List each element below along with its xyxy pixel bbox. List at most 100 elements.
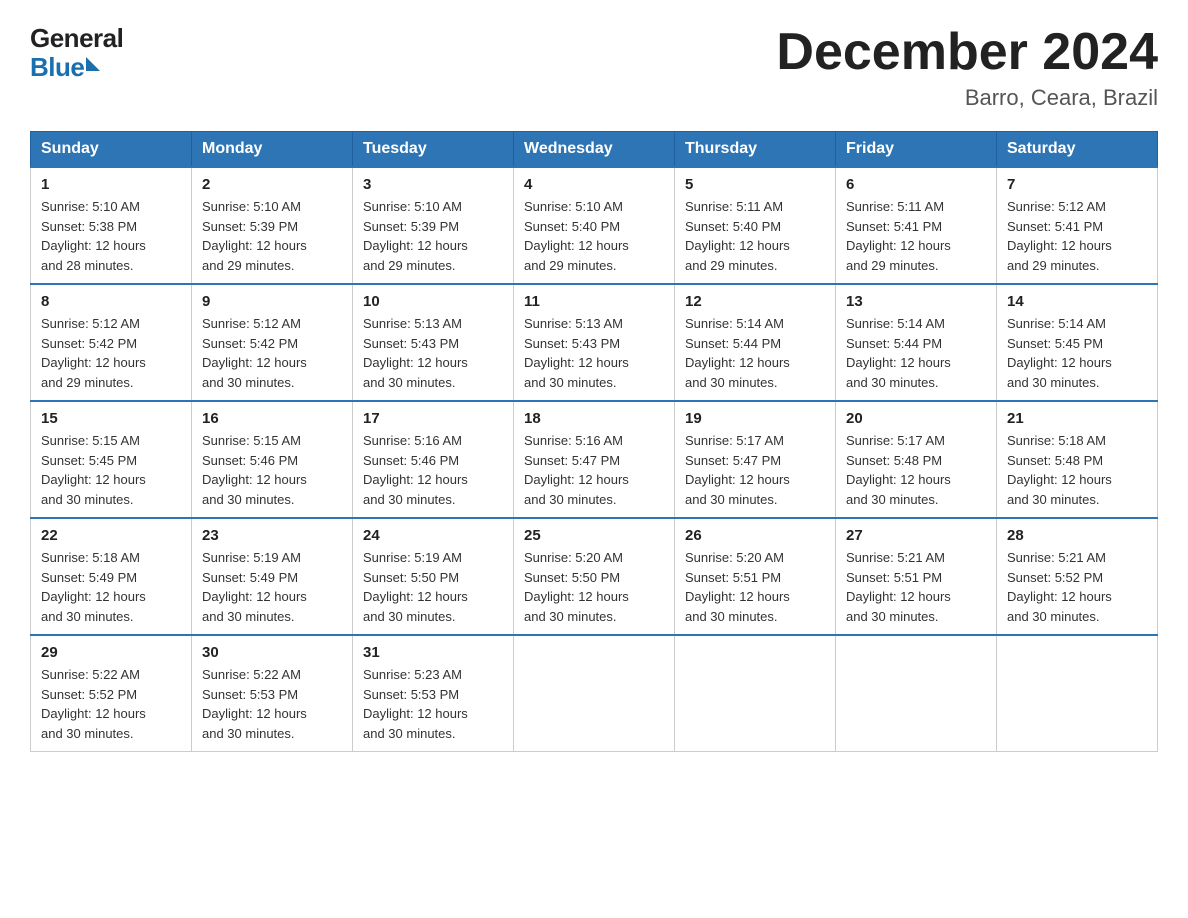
day-number: 9 bbox=[202, 293, 342, 310]
col-header-thursday: Thursday bbox=[675, 132, 836, 168]
day-info: Sunrise: 5:10 AMSunset: 5:39 PMDaylight:… bbox=[363, 199, 468, 273]
calendar-cell: 28 Sunrise: 5:21 AMSunset: 5:52 PMDaylig… bbox=[997, 518, 1158, 635]
day-number: 6 bbox=[846, 176, 986, 193]
calendar-cell bbox=[514, 635, 675, 752]
calendar-cell: 23 Sunrise: 5:19 AMSunset: 5:49 PMDaylig… bbox=[192, 518, 353, 635]
day-info: Sunrise: 5:16 AMSunset: 5:47 PMDaylight:… bbox=[524, 433, 629, 507]
day-info: Sunrise: 5:21 AMSunset: 5:52 PMDaylight:… bbox=[1007, 550, 1112, 624]
day-number: 26 bbox=[685, 527, 825, 544]
calendar-week-row: 29 Sunrise: 5:22 AMSunset: 5:52 PMDaylig… bbox=[31, 635, 1158, 752]
calendar-title: December 2024 bbox=[776, 24, 1158, 81]
calendar-week-row: 8 Sunrise: 5:12 AMSunset: 5:42 PMDayligh… bbox=[31, 284, 1158, 401]
col-header-tuesday: Tuesday bbox=[353, 132, 514, 168]
calendar-cell: 2 Sunrise: 5:10 AMSunset: 5:39 PMDayligh… bbox=[192, 167, 353, 284]
calendar-cell: 29 Sunrise: 5:22 AMSunset: 5:52 PMDaylig… bbox=[31, 635, 192, 752]
day-number: 2 bbox=[202, 176, 342, 193]
calendar-cell: 14 Sunrise: 5:14 AMSunset: 5:45 PMDaylig… bbox=[997, 284, 1158, 401]
day-info: Sunrise: 5:12 AMSunset: 5:42 PMDaylight:… bbox=[41, 316, 146, 390]
day-info: Sunrise: 5:11 AMSunset: 5:41 PMDaylight:… bbox=[846, 199, 951, 273]
calendar-cell: 7 Sunrise: 5:12 AMSunset: 5:41 PMDayligh… bbox=[997, 167, 1158, 284]
day-info: Sunrise: 5:15 AMSunset: 5:46 PMDaylight:… bbox=[202, 433, 307, 507]
day-info: Sunrise: 5:18 AMSunset: 5:49 PMDaylight:… bbox=[41, 550, 146, 624]
logo-blue-text: Blue bbox=[30, 53, 84, 82]
day-number: 17 bbox=[363, 410, 503, 427]
day-number: 23 bbox=[202, 527, 342, 544]
day-info: Sunrise: 5:11 AMSunset: 5:40 PMDaylight:… bbox=[685, 199, 790, 273]
day-number: 22 bbox=[41, 527, 181, 544]
day-info: Sunrise: 5:22 AMSunset: 5:52 PMDaylight:… bbox=[41, 667, 146, 741]
calendar-week-row: 22 Sunrise: 5:18 AMSunset: 5:49 PMDaylig… bbox=[31, 518, 1158, 635]
calendar-cell: 22 Sunrise: 5:18 AMSunset: 5:49 PMDaylig… bbox=[31, 518, 192, 635]
calendar-cell bbox=[997, 635, 1158, 752]
day-number: 5 bbox=[685, 176, 825, 193]
day-info: Sunrise: 5:22 AMSunset: 5:53 PMDaylight:… bbox=[202, 667, 307, 741]
day-info: Sunrise: 5:10 AMSunset: 5:39 PMDaylight:… bbox=[202, 199, 307, 273]
day-info: Sunrise: 5:14 AMSunset: 5:45 PMDaylight:… bbox=[1007, 316, 1112, 390]
calendar-cell: 8 Sunrise: 5:12 AMSunset: 5:42 PMDayligh… bbox=[31, 284, 192, 401]
calendar-cell: 19 Sunrise: 5:17 AMSunset: 5:47 PMDaylig… bbox=[675, 401, 836, 518]
day-info: Sunrise: 5:18 AMSunset: 5:48 PMDaylight:… bbox=[1007, 433, 1112, 507]
calendar-cell: 31 Sunrise: 5:23 AMSunset: 5:53 PMDaylig… bbox=[353, 635, 514, 752]
calendar-week-row: 15 Sunrise: 5:15 AMSunset: 5:45 PMDaylig… bbox=[31, 401, 1158, 518]
logo-text: General Blue bbox=[30, 24, 123, 81]
calendar-cell: 27 Sunrise: 5:21 AMSunset: 5:51 PMDaylig… bbox=[836, 518, 997, 635]
col-header-friday: Friday bbox=[836, 132, 997, 168]
calendar-cell: 1 Sunrise: 5:10 AMSunset: 5:38 PMDayligh… bbox=[31, 167, 192, 284]
day-info: Sunrise: 5:17 AMSunset: 5:48 PMDaylight:… bbox=[846, 433, 951, 507]
day-number: 10 bbox=[363, 293, 503, 310]
day-number: 16 bbox=[202, 410, 342, 427]
calendar-cell: 6 Sunrise: 5:11 AMSunset: 5:41 PMDayligh… bbox=[836, 167, 997, 284]
calendar-cell: 25 Sunrise: 5:20 AMSunset: 5:50 PMDaylig… bbox=[514, 518, 675, 635]
day-info: Sunrise: 5:19 AMSunset: 5:49 PMDaylight:… bbox=[202, 550, 307, 624]
day-info: Sunrise: 5:14 AMSunset: 5:44 PMDaylight:… bbox=[846, 316, 951, 390]
day-number: 20 bbox=[846, 410, 986, 427]
logo-triangle-icon bbox=[86, 57, 100, 71]
day-number: 19 bbox=[685, 410, 825, 427]
calendar-cell: 5 Sunrise: 5:11 AMSunset: 5:40 PMDayligh… bbox=[675, 167, 836, 284]
calendar-cell: 20 Sunrise: 5:17 AMSunset: 5:48 PMDaylig… bbox=[836, 401, 997, 518]
calendar-cell: 30 Sunrise: 5:22 AMSunset: 5:53 PMDaylig… bbox=[192, 635, 353, 752]
col-header-monday: Monday bbox=[192, 132, 353, 168]
col-header-sunday: Sunday bbox=[31, 132, 192, 168]
day-info: Sunrise: 5:13 AMSunset: 5:43 PMDaylight:… bbox=[524, 316, 629, 390]
day-number: 3 bbox=[363, 176, 503, 193]
calendar-subtitle: Barro, Ceara, Brazil bbox=[776, 85, 1158, 111]
calendar-cell: 26 Sunrise: 5:20 AMSunset: 5:51 PMDaylig… bbox=[675, 518, 836, 635]
day-info: Sunrise: 5:10 AMSunset: 5:40 PMDaylight:… bbox=[524, 199, 629, 273]
col-header-saturday: Saturday bbox=[997, 132, 1158, 168]
calendar-cell: 10 Sunrise: 5:13 AMSunset: 5:43 PMDaylig… bbox=[353, 284, 514, 401]
day-info: Sunrise: 5:23 AMSunset: 5:53 PMDaylight:… bbox=[363, 667, 468, 741]
day-info: Sunrise: 5:20 AMSunset: 5:50 PMDaylight:… bbox=[524, 550, 629, 624]
calendar-cell: 18 Sunrise: 5:16 AMSunset: 5:47 PMDaylig… bbox=[514, 401, 675, 518]
calendar-cell: 21 Sunrise: 5:18 AMSunset: 5:48 PMDaylig… bbox=[997, 401, 1158, 518]
calendar-cell: 13 Sunrise: 5:14 AMSunset: 5:44 PMDaylig… bbox=[836, 284, 997, 401]
day-number: 11 bbox=[524, 293, 664, 310]
day-number: 15 bbox=[41, 410, 181, 427]
day-number: 13 bbox=[846, 293, 986, 310]
logo: General Blue bbox=[30, 24, 123, 81]
day-number: 1 bbox=[41, 176, 181, 193]
day-info: Sunrise: 5:13 AMSunset: 5:43 PMDaylight:… bbox=[363, 316, 468, 390]
day-info: Sunrise: 5:14 AMSunset: 5:44 PMDaylight:… bbox=[685, 316, 790, 390]
day-number: 7 bbox=[1007, 176, 1147, 193]
day-number: 30 bbox=[202, 644, 342, 661]
calendar-table: SundayMondayTuesdayWednesdayThursdayFrid… bbox=[30, 131, 1158, 752]
day-number: 14 bbox=[1007, 293, 1147, 310]
calendar-header-row: SundayMondayTuesdayWednesdayThursdayFrid… bbox=[31, 132, 1158, 168]
day-number: 12 bbox=[685, 293, 825, 310]
calendar-cell: 17 Sunrise: 5:16 AMSunset: 5:46 PMDaylig… bbox=[353, 401, 514, 518]
calendar-cell: 24 Sunrise: 5:19 AMSunset: 5:50 PMDaylig… bbox=[353, 518, 514, 635]
day-info: Sunrise: 5:12 AMSunset: 5:42 PMDaylight:… bbox=[202, 316, 307, 390]
day-info: Sunrise: 5:15 AMSunset: 5:45 PMDaylight:… bbox=[41, 433, 146, 507]
calendar-cell: 4 Sunrise: 5:10 AMSunset: 5:40 PMDayligh… bbox=[514, 167, 675, 284]
calendar-cell: 12 Sunrise: 5:14 AMSunset: 5:44 PMDaylig… bbox=[675, 284, 836, 401]
calendar-cell: 11 Sunrise: 5:13 AMSunset: 5:43 PMDaylig… bbox=[514, 284, 675, 401]
day-info: Sunrise: 5:17 AMSunset: 5:47 PMDaylight:… bbox=[685, 433, 790, 507]
calendar-cell: 9 Sunrise: 5:12 AMSunset: 5:42 PMDayligh… bbox=[192, 284, 353, 401]
day-info: Sunrise: 5:19 AMSunset: 5:50 PMDaylight:… bbox=[363, 550, 468, 624]
calendar-cell: 3 Sunrise: 5:10 AMSunset: 5:39 PMDayligh… bbox=[353, 167, 514, 284]
day-number: 31 bbox=[363, 644, 503, 661]
day-number: 21 bbox=[1007, 410, 1147, 427]
day-info: Sunrise: 5:16 AMSunset: 5:46 PMDaylight:… bbox=[363, 433, 468, 507]
calendar-week-row: 1 Sunrise: 5:10 AMSunset: 5:38 PMDayligh… bbox=[31, 167, 1158, 284]
